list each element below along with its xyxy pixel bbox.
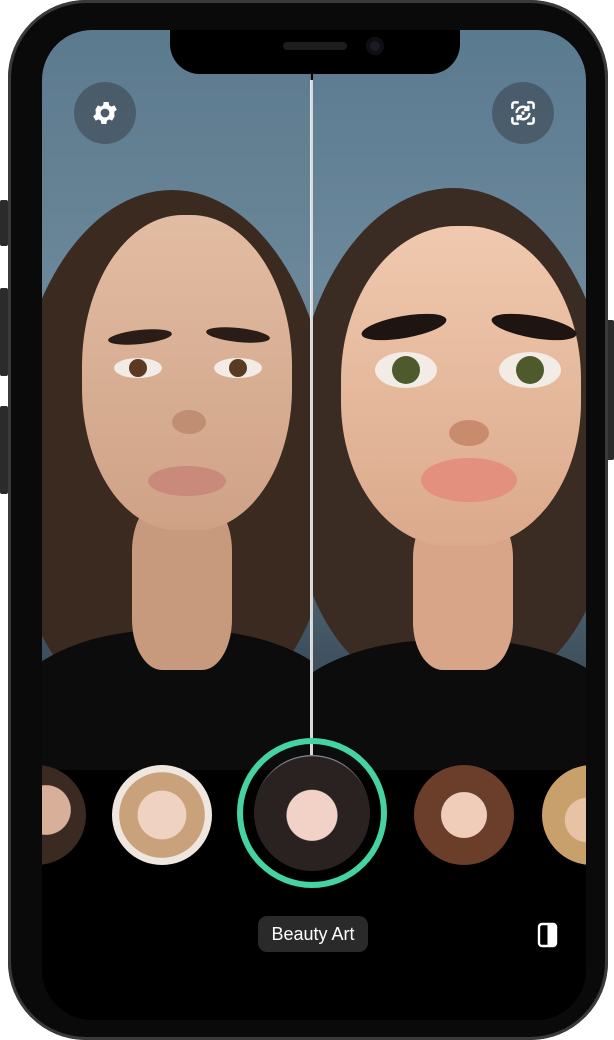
settings-button[interactable] [74,82,136,144]
gear-icon [93,102,117,124]
selected-effect-ring [237,738,387,888]
phone-frame: Beauty Art [8,0,608,1040]
effect-thumbnail-2[interactable] [112,765,212,865]
compare-divider[interactable] [310,80,313,780]
compare-button[interactable] [536,922,560,948]
camera-switch-icon [511,101,535,125]
original-photo [42,30,311,770]
stylized-photo [313,30,586,770]
speaker-grille [283,42,347,50]
volume-up-button [0,288,8,376]
notch [170,30,460,74]
compare-split-icon [537,922,558,948]
app-screen: Beauty Art [42,30,586,1020]
switch-camera-button[interactable] [492,82,554,144]
effect-name-label: Beauty Art [258,916,368,952]
volume-down-button [0,406,8,494]
mute-switch [0,200,8,246]
effect-name-text: Beauty Art [271,923,355,944]
effect-thumbnail-4[interactable] [414,765,514,865]
front-camera [366,37,384,55]
